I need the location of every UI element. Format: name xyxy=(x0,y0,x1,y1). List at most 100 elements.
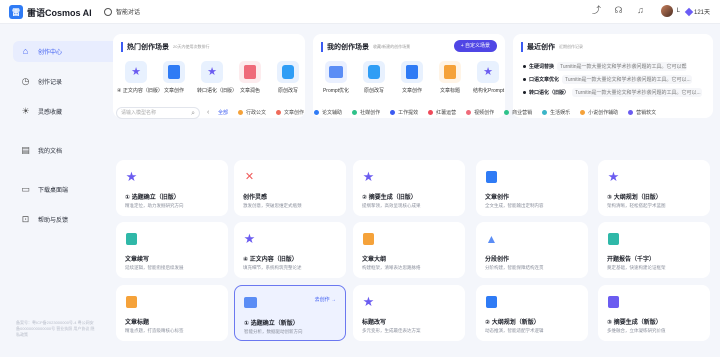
share-icon[interactable]: ⤴ xyxy=(592,6,601,15)
scene-tile[interactable]: 原创改写 xyxy=(359,61,389,94)
star-icon: ★ xyxy=(243,231,256,246)
category-tab[interactable]: 论文辅助 xyxy=(314,109,342,116)
scene-card[interactable]: 开题报告（千字） 奠定基础，快速构建论证框架 xyxy=(598,222,710,278)
scene-tile[interactable]: ★ 转口语化（旧版） xyxy=(197,61,237,94)
star-icon: ★ xyxy=(362,169,375,184)
scene-tile[interactable]: 原创改写 xyxy=(273,61,303,94)
category-tab[interactable]: 工作提效 xyxy=(390,109,418,116)
scene-tile[interactable]: 文章标题 xyxy=(435,61,465,94)
home-icon: ⌂ xyxy=(22,46,29,56)
bulb-icon: ☀ xyxy=(21,106,30,116)
sidebar-item-label: 创作记录 xyxy=(38,80,63,86)
scene-tile[interactable]: 文章创作 xyxy=(159,61,189,94)
panel-subtitle: 20天内使用次数排行 xyxy=(173,44,210,49)
triangle-icon: ▲ xyxy=(485,231,498,246)
scene-card[interactable]: ★ ④ 正文内容（旧版） 填充细节，系统构筑完整论述 xyxy=(234,222,346,278)
panel-title: 最近创作 xyxy=(521,42,555,52)
hot-scenes-panel: 热门创作场景 20天内使用次数排行 ★ ④ 正文内容（旧版） 文章创作 ★ 转口语化… xyxy=(113,34,305,118)
doc-icon xyxy=(608,295,619,308)
recent-item[interactable]: 生硬词替换 Turnitin是一款大量论文和学术抄袭问题的工具。它可以帮助... xyxy=(523,60,703,73)
scene-tile[interactable]: ★ 结构化Prompt xyxy=(473,61,504,94)
doc-icon xyxy=(608,232,619,245)
scene-card[interactable]: 文章创作 全文生成，智能输出定制内容 xyxy=(476,160,588,216)
category-tab[interactable]: 小说创作辅助 xyxy=(580,109,618,116)
recent-item[interactable]: 转口语化（旧版） Turnitin是一款大量论文和学术抄袭问题的工具。它可以... xyxy=(523,86,703,99)
category-tab[interactable]: 全部 xyxy=(218,109,228,116)
category-tab[interactable]: 营销软文 xyxy=(628,109,656,116)
scene-card-selected[interactable]: 去创作 → ① 选题确立（新版） 智能分析，数据驱动创新方向 xyxy=(234,285,346,341)
screen-icon xyxy=(244,297,257,308)
main-content: 热门创作场景 20天内使用次数排行 ★ ④ 正文内容（旧版） 文章创作 ★ 转口语化… xyxy=(113,28,718,357)
scene-card[interactable]: 文章标题 精准点题，打造吸睛核心标签 xyxy=(116,285,228,341)
category-tab[interactable]: 视频创作 xyxy=(466,109,494,116)
scene-card[interactable]: ★ ① 选题确立（旧版） 精准定位，助力发掘研究方向 xyxy=(116,160,228,216)
doc-icon xyxy=(486,170,497,183)
star-icon: ★ xyxy=(607,169,620,184)
recent-panel: 最近创作 近期创作记录 生硬词替换 Turnitin是一款大量论文和学术抄袭问题的… xyxy=(513,34,713,118)
doc-icon xyxy=(126,295,137,308)
logo-icon: 雷 xyxy=(9,5,23,19)
category-tab[interactable]: 行政公文 xyxy=(238,109,266,116)
scene-card[interactable]: ★ ③ 大纲规划（旧版） 架构清晰，轻松搭起学术蓝图 xyxy=(598,160,710,216)
panel-title: 热门创作场景 xyxy=(121,42,169,52)
headset-icon[interactable]: ☊ xyxy=(614,6,623,15)
scene-card[interactable]: ★ ② 摘要生成（旧版） 提纲挈领，高效呈现核心成果 xyxy=(353,160,465,216)
user-menu[interactable]: L xyxy=(660,5,680,17)
model-search-input[interactable]: 请输入模型名称 ⌕ xyxy=(116,107,200,119)
sidebar-item-creation-center[interactable]: ⌂ 创作中心 xyxy=(13,41,120,62)
category-tab[interactable]: 红薯运营 xyxy=(428,109,456,116)
category-tab[interactable]: 生活娱乐 xyxy=(542,109,570,116)
smart-chat-link[interactable]: 智能对话 xyxy=(104,7,140,16)
category-tab[interactable]: 文章创作 xyxy=(276,109,304,116)
doc-icon xyxy=(486,295,497,308)
scene-tile[interactable]: ★ ④ 正文内容（旧版） xyxy=(117,61,163,94)
panel-title: 我的创作场景 xyxy=(321,42,369,52)
spark-icon: ✕ xyxy=(244,171,255,183)
sidebar-item-documents[interactable]: ▤ 我的文档 xyxy=(13,140,120,161)
sidebar-item-download[interactable]: ▭ 下载桌面端 xyxy=(13,179,120,200)
custom-scene-button[interactable]: + 自定义场景 xyxy=(453,40,497,52)
my-scenes-panel: 我的创作场景 收藏/新建的创作场景 + 自定义场景 Prompt优化 原创改写 … xyxy=(313,34,505,118)
scene-tile[interactable]: 文章创作 xyxy=(397,61,427,94)
app-name: 雷语Cosmos AI xyxy=(27,7,92,18)
sidebar-item-label: 帮助与反馈 xyxy=(38,218,69,224)
chat-icon xyxy=(104,7,112,16)
help-icon: ⊡ xyxy=(21,214,30,224)
scene-tile[interactable]: 文章润色 xyxy=(235,61,265,94)
go-create-link[interactable]: 去创作 → xyxy=(315,296,336,303)
credits-badge[interactable]: 121天 xyxy=(684,7,710,16)
panel-subtitle: 收藏/新建的创作场景 xyxy=(373,44,411,49)
scene-card[interactable]: 文章大纲 构建框架，清晰表达思路脉络 xyxy=(353,222,465,278)
panel-subtitle: 近期创作记录 xyxy=(559,44,583,49)
sidebar-item-help[interactable]: ⊡ 帮助与反馈 xyxy=(13,209,120,230)
doc-icon xyxy=(126,232,137,245)
scene-card[interactable]: ✕ 创作灵感 激发创意，突破思维定式瓶颈 xyxy=(234,160,346,216)
scene-tile[interactable]: Prompt优化 xyxy=(321,61,351,94)
sidebar-item-inspiration[interactable]: ☀ 灵感收藏 xyxy=(13,101,120,122)
category-tab[interactable]: 商业营销 xyxy=(504,109,532,116)
avatar xyxy=(660,5,673,17)
monitor-icon: ▭ xyxy=(21,184,30,194)
search-icon: ⌕ xyxy=(191,110,195,117)
scene-card[interactable]: ▲ 分段创作 分阶构建，智能保障结构连贯 xyxy=(476,222,588,278)
category-tabs: 全部 行政公文 文章创作 论文辅助 社媒创作 工作提效 红薯运营 视频创作 商业… xyxy=(218,109,656,116)
bell-icon[interactable]: ♫ xyxy=(636,6,645,15)
diamond-icon xyxy=(684,7,694,16)
clock-icon: ◷ xyxy=(21,76,30,86)
top-bar: 雷 雷语Cosmos AI 智能对话 ⤴ ☊ ♫ L 121天 xyxy=(0,0,720,24)
scene-card[interactable]: ★ 标题改写 多元变形，生成最佳表达方案 xyxy=(353,285,465,341)
scene-card[interactable]: ② 大纲规划（新版） 动态推演，智能适配学术逻辑 xyxy=(476,285,588,341)
category-tab[interactable]: 社媒创作 xyxy=(352,109,380,116)
scene-card[interactable]: 文章续写 延续逻辑，智能衔接后续发展 xyxy=(116,222,228,278)
sidebar-item-creation-record[interactable]: ◷ 创作记录 xyxy=(13,71,120,92)
star-icon: ★ xyxy=(362,294,375,309)
scroll-left-icon[interactable]: ‹ xyxy=(207,109,209,116)
user-initial: L xyxy=(676,8,680,14)
sidebar-item-label: 我的文档 xyxy=(38,149,63,155)
recent-item[interactable]: 口语文章优化 Turnitin是一款大量论文和学术抄袭问题的工具。它可以... xyxy=(523,73,703,86)
app-logo[interactable]: 雷 雷语Cosmos AI xyxy=(9,5,92,19)
smart-chat-label: 智能对话 xyxy=(116,10,141,16)
credits-value: 121天 xyxy=(693,10,710,16)
sidebar-item-label: 创作中心 xyxy=(38,50,63,56)
scene-card[interactable]: ③ 摘要生成（新版） 多维融合，立体凝练研究价值 xyxy=(598,285,710,341)
